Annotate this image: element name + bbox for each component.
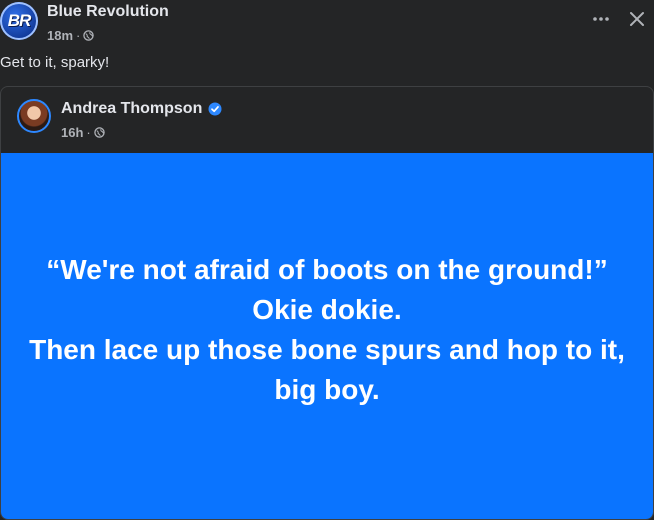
post-caption: Get to it, sparky! <box>0 54 110 71</box>
meta-separator: · <box>86 125 91 140</box>
text-post-line-lace: Then lace up those bone spurs and hop to… <box>29 334 625 405</box>
verified-badge-icon <box>208 102 222 116</box>
shared-post-card[interactable]: Andrea Thompson 16h · “We're not afraid … <box>0 86 654 520</box>
text-post-background: “We're not afraid of boots on the ground… <box>1 153 653 519</box>
text-post-line-quote: “We're not afraid of boots on the ground… <box>46 254 608 285</box>
close-icon <box>630 12 644 26</box>
globe-icon <box>83 30 95 41</box>
post-header: BR Blue Revolution 18m · <box>0 0 654 50</box>
more-options-icon <box>593 17 609 21</box>
page-avatar[interactable]: BR <box>0 2 38 40</box>
shared-post-header: Andrea Thompson 16h · <box>1 87 653 153</box>
post-timestamp[interactable]: 18m <box>47 28 73 43</box>
text-post-line-okie: Okie dokie. <box>252 294 402 325</box>
post-meta: 18m · <box>47 28 95 43</box>
text-post-body: “We're not afraid of boots on the ground… <box>27 250 627 410</box>
author-row: Andrea Thompson <box>61 100 222 118</box>
globe-icon <box>94 127 105 138</box>
shared-post-meta: 16h · <box>61 125 105 140</box>
page-name[interactable]: Blue Revolution <box>47 3 169 21</box>
close-button[interactable] <box>624 6 650 32</box>
meta-separator: · <box>76 28 81 43</box>
author-avatar[interactable] <box>17 99 51 133</box>
shared-post-timestamp[interactable]: 16h <box>61 125 83 140</box>
more-options-button[interactable] <box>586 6 616 32</box>
author-name[interactable]: Andrea Thompson <box>61 100 202 118</box>
